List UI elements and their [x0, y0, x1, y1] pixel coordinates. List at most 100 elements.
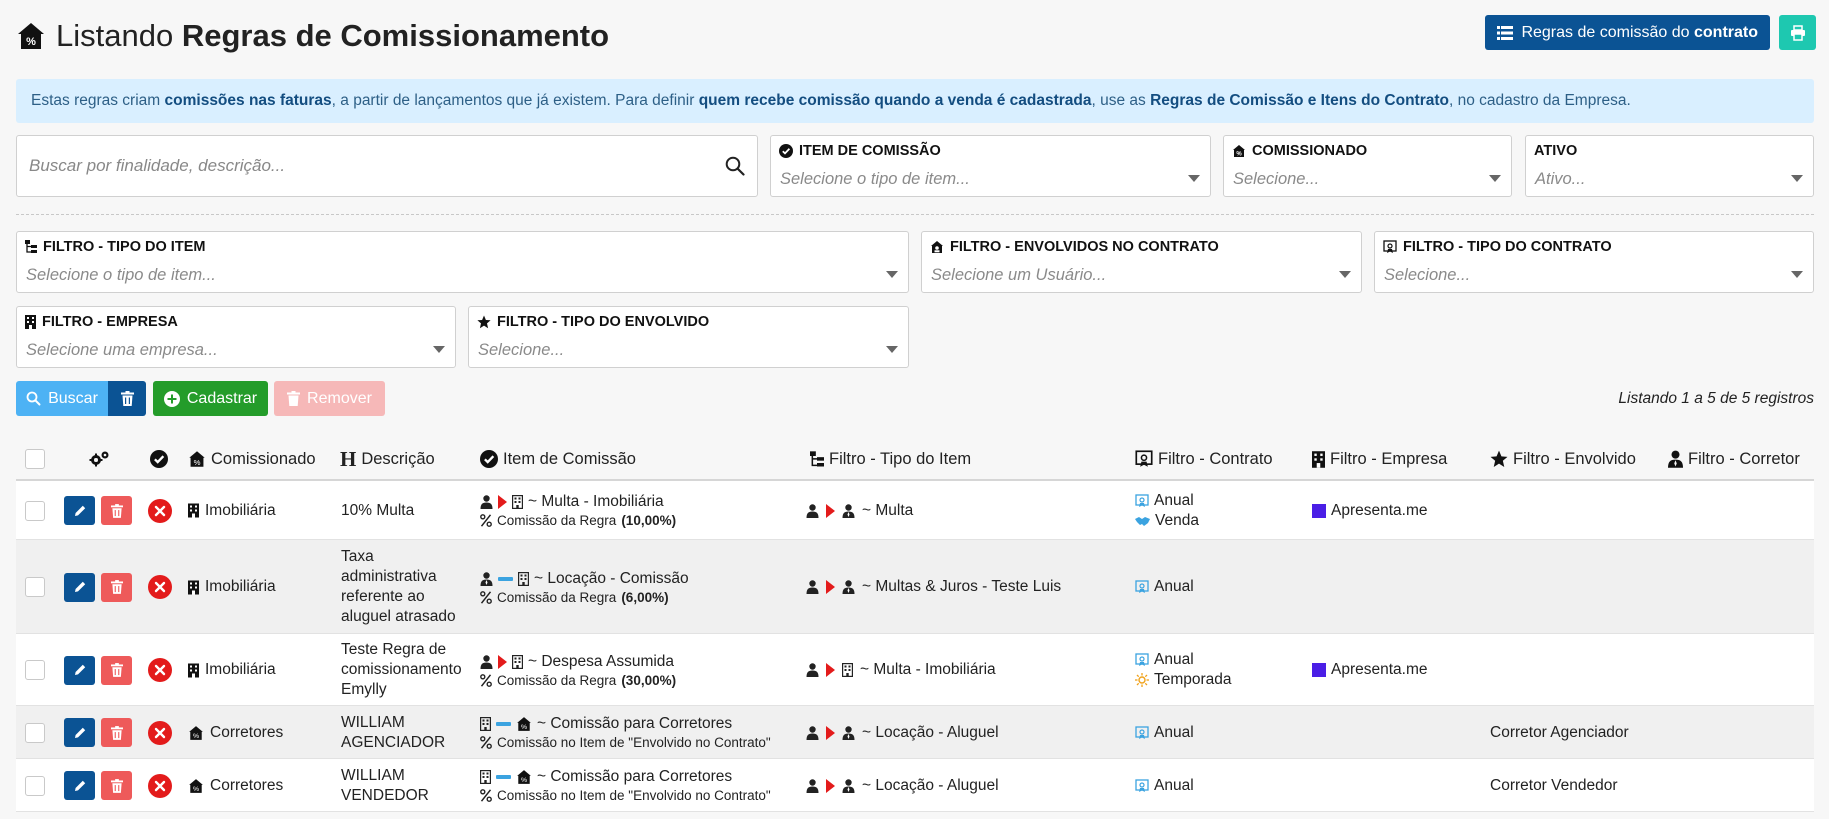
- tree-icon: [810, 450, 824, 468]
- delete-button[interactable]: [101, 655, 132, 685]
- table-row[interactable]: Imobiliária Teste Regra de comissionamento…: [16, 634, 1814, 706]
- user-icon: [806, 725, 819, 740]
- page-title: Listando Regras de Comissionamento: [56, 18, 609, 54]
- chevron-down-icon: [886, 346, 898, 353]
- contract-type-filter-select[interactable]: FILTRO - TIPO DO CONTRATO Selecione...: [1374, 231, 1814, 293]
- search-icon: [26, 391, 41, 406]
- involved-type-filter-placeholder: Selecione...: [478, 341, 565, 359]
- contract-type-text: Temporada: [1154, 671, 1232, 688]
- svg-text:%: %: [521, 724, 527, 731]
- check-circle-icon: [480, 450, 498, 468]
- contract-icon: [1383, 240, 1397, 254]
- col-involved[interactable]: Filtro - Envolvido: [1513, 450, 1636, 469]
- star-icon: [477, 315, 491, 329]
- edit-button[interactable]: [64, 718, 95, 747]
- col-commissioned[interactable]: Comissionado: [211, 450, 316, 469]
- item-type-text: ~ Multas & Juros - Teste Luis: [862, 578, 1062, 595]
- company-text: Apresenta.me: [1331, 501, 1428, 519]
- col-broker[interactable]: Filtro - Corretor: [1688, 450, 1800, 469]
- edit-button[interactable]: [64, 572, 95, 602]
- table-row[interactable]: % Corretores WILLIAM AGENCIADOR% ~ Comissão …: [16, 706, 1814, 759]
- row-checkbox[interactable]: [25, 577, 45, 597]
- dash-icon: [496, 722, 511, 726]
- item-commission-label: ITEM DE COMISSÃO: [779, 143, 941, 159]
- col-item-type[interactable]: Filtro - Tipo do Item: [829, 450, 971, 469]
- active-select[interactable]: ATIVO Ativo...: [1525, 135, 1814, 197]
- table-row[interactable]: Imobiliária Taxa administrativa referente a…: [16, 540, 1814, 634]
- arrow-right-icon: [498, 654, 507, 669]
- select-all-checkbox[interactable]: [25, 449, 45, 469]
- remove-button[interactable]: Remover: [274, 381, 385, 416]
- item-commission-placeholder: Selecione o tipo de item...: [780, 170, 970, 188]
- heading-icon: H: [340, 446, 357, 471]
- edit-button[interactable]: [64, 771, 95, 800]
- row-checkbox[interactable]: [25, 660, 45, 680]
- edit-button[interactable]: [64, 496, 95, 525]
- col-contract[interactable]: Filtro - Contrato: [1158, 450, 1273, 469]
- description-line: Taxa: [341, 548, 374, 565]
- contract-type-filter-placeholder: Selecione...: [1384, 266, 1471, 284]
- involved-filter-placeholder: Selecione um Usuário...: [931, 266, 1107, 284]
- edit-button[interactable]: [64, 655, 95, 685]
- item-text: ~ Locação - Comissão: [534, 569, 689, 587]
- divider: [16, 214, 1814, 215]
- delete-button[interactable]: [101, 771, 132, 800]
- involved-type-filter-select[interactable]: FILTRO - TIPO DO ENVOLVIDO Selecione...: [468, 306, 909, 368]
- chevron-down-icon: [433, 346, 445, 353]
- item-commission-select[interactable]: ITEM DE COMISSÃO Selecione o tipo de ite…: [770, 135, 1211, 197]
- search-input[interactable]: [29, 156, 709, 176]
- row-checkbox[interactable]: [25, 500, 45, 521]
- row-checkbox[interactable]: [25, 722, 45, 743]
- table-row[interactable]: % Corretores WILLIAM VENDEDOR% ~ Comissão pa…: [16, 759, 1814, 812]
- percent-icon: [480, 789, 492, 802]
- company-filter-placeholder: Selecione uma empresa...: [26, 341, 218, 359]
- description-line: WILLIAM: [341, 766, 405, 784]
- building-icon: [512, 495, 523, 509]
- contract-rules-button[interactable]: Regras de comissão do contrato: [1485, 15, 1770, 50]
- clear-filters-button[interactable]: [108, 381, 146, 416]
- inactive-status-icon[interactable]: [148, 575, 172, 599]
- col-item[interactable]: Item de Comissão: [503, 450, 636, 469]
- item-text: ~ Multa - Imobiliária: [528, 493, 664, 510]
- col-description[interactable]: Descrição: [361, 450, 434, 469]
- company-filter-select[interactable]: FILTRO - EMPRESA Selecione uma empresa..…: [16, 306, 456, 368]
- user-icon: [806, 580, 819, 594]
- rule-text: Comissão no Item de "Envolvido no Contra…: [497, 735, 771, 750]
- delete-button[interactable]: [101, 718, 132, 747]
- delete-button[interactable]: [101, 496, 132, 525]
- inactive-status-icon[interactable]: [148, 773, 172, 798]
- house-percent-icon: %: [516, 716, 532, 732]
- item-type-filter-select[interactable]: FILTRO - TIPO DO ITEM Selecione o tipo d…: [16, 231, 909, 293]
- building-icon: [188, 503, 199, 518]
- commissioned-text: Imobiliária: [205, 578, 276, 595]
- company-text: Apresenta.me: [1331, 661, 1428, 678]
- building-icon: [188, 580, 199, 595]
- chevron-down-icon: [1339, 271, 1351, 278]
- rule-text: Comissão da Regra: [497, 589, 617, 605]
- table-row[interactable]: Imobiliária 10% Multa ~ Multa - Imobiliári…: [16, 481, 1814, 540]
- search-icon[interactable]: [725, 156, 745, 176]
- contract-type-text: Anual: [1154, 723, 1194, 741]
- search-button[interactable]: Buscar: [16, 381, 108, 416]
- building-icon: [25, 315, 36, 329]
- row-checkbox[interactable]: [25, 775, 45, 796]
- search-box: [16, 135, 758, 197]
- involved-filter-select[interactable]: FILTRO - ENVOLVIDOS NO CONTRATO Selecion…: [921, 231, 1362, 293]
- delete-button[interactable]: [101, 572, 132, 602]
- house-percent-icon: %: [188, 725, 204, 741]
- trash-icon: [110, 663, 123, 677]
- commissioned-select[interactable]: % COMISSIONADO Selecione...: [1223, 135, 1512, 197]
- print-button[interactable]: [1779, 15, 1816, 50]
- company-logo: [1312, 503, 1326, 518]
- contract-type-text: Anual: [1154, 491, 1194, 509]
- item-type-text: ~ Multa - Imobiliária: [860, 661, 996, 678]
- rule-value: (6,00%): [621, 589, 669, 605]
- svg-text:%: %: [1236, 152, 1242, 158]
- new-button[interactable]: Cadastrar: [153, 381, 268, 416]
- contract-icon: [1135, 653, 1149, 667]
- trash-icon: [120, 391, 134, 406]
- inactive-status-icon[interactable]: [148, 498, 172, 523]
- inactive-status-icon[interactable]: [148, 720, 172, 745]
- inactive-status-icon[interactable]: [148, 658, 172, 682]
- col-company[interactable]: Filtro - Empresa: [1330, 450, 1447, 469]
